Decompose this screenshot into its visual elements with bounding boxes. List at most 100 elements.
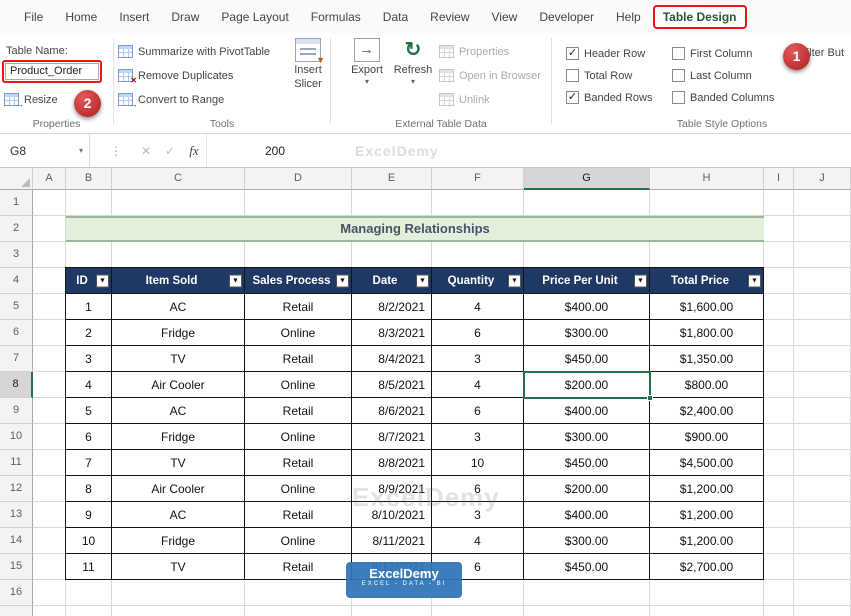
row-header-8[interactable]: 8 [0,372,33,398]
style-option-banded-rows[interactable]: ✓Banded Rows [566,91,653,104]
row-header-4[interactable]: 4 [0,268,33,294]
cell-quantity[interactable]: 4 [432,294,524,320]
column-header-F[interactable]: F [432,168,524,190]
cell-sales-process[interactable]: Online [245,424,352,450]
cell-item-sold[interactable]: AC [112,502,245,528]
ribbon-tab-file[interactable]: File [14,6,53,28]
cell-price-per-unit[interactable]: $300.00 [524,528,650,554]
grid-cell[interactable] [794,580,851,606]
cell-quantity[interactable]: 4 [432,528,524,554]
cell-price-per-unit[interactable]: $450.00 [524,554,650,580]
select-all-corner[interactable] [0,168,33,190]
grid-cell[interactable] [245,190,352,216]
grid-cell[interactable] [794,424,851,450]
filter-dropdown-quantity[interactable]: ▼ [508,274,521,287]
cell-total-price[interactable]: $1,350.00 [650,346,764,372]
grid-cell[interactable] [764,580,794,606]
grid-cell[interactable] [33,242,66,268]
name-box-dropdown-icon[interactable]: ▾ [79,146,83,155]
grid-cell[interactable] [764,190,794,216]
grid-cell[interactable] [66,580,112,606]
filter-dropdown-id[interactable]: ▼ [96,274,109,287]
grid-cell[interactable] [650,580,764,606]
grid-cell[interactable] [794,372,851,398]
row-header-2[interactable]: 2 [0,216,33,242]
cell-sales-process[interactable]: Online [245,528,352,554]
cell-date[interactable]: 8/4/2021 [352,346,432,372]
cell-item-sold[interactable]: TV [112,450,245,476]
cell-total-price[interactable]: $4,500.00 [650,450,764,476]
grid-cell[interactable] [112,580,245,606]
ribbon-tab-draw[interactable]: Draw [161,6,209,28]
cell-sales-process[interactable]: Retail [245,398,352,424]
cell-total-price[interactable]: $1,200.00 [650,502,764,528]
style-option-header-row[interactable]: ✓Header Row [566,47,645,60]
cell-quantity[interactable]: 6 [432,476,524,502]
filter-dropdown-date[interactable]: ▼ [416,274,429,287]
grid-cell[interactable] [764,216,794,242]
grid-cell[interactable] [33,190,66,216]
column-header-A[interactable]: A [33,168,66,190]
cell-item-sold[interactable]: Air Cooler [112,476,245,502]
grid-cell[interactable] [764,450,794,476]
cell-total-price[interactable]: $1,800.00 [650,320,764,346]
formula-bar-splitter[interactable]: ⋮ [110,144,122,158]
ribbon-tab-insert[interactable]: Insert [109,6,159,28]
column-header-D[interactable]: D [245,168,352,190]
cell-date[interactable]: 8/7/2021 [352,424,432,450]
grid-cell[interactable] [794,294,851,320]
name-box[interactable]: G8 ▾ [0,134,90,167]
ribbon-tab-view[interactable]: View [482,6,528,28]
cell-total-price[interactable]: $1,200.00 [650,528,764,554]
cell-item-sold[interactable]: Fridge [112,424,245,450]
insert-slicer-button[interactable]: Insert Slicer [286,38,330,90]
cell-sales-process[interactable]: Retail [245,294,352,320]
grid-cell[interactable] [33,424,66,450]
row-header-11[interactable]: 11 [0,450,33,476]
cell-price-per-unit[interactable]: $200.00 [524,476,650,502]
cell-sales-process[interactable]: Retail [245,554,352,580]
column-header-C[interactable]: C [112,168,245,190]
grid-cell[interactable] [794,268,851,294]
row-header-12[interactable]: 12 [0,476,33,502]
convert-to-range-button[interactable]: Convert to Range [118,93,224,106]
cell-item-sold[interactable]: Fridge [112,528,245,554]
column-header-E[interactable]: E [352,168,432,190]
cell-item-sold[interactable]: TV [112,346,245,372]
cell-sales-process[interactable]: Online [245,372,352,398]
row-header-6[interactable]: 6 [0,320,33,346]
grid-cell[interactable] [764,502,794,528]
cell-total-price[interactable]: $2,700.00 [650,554,764,580]
cell-quantity[interactable]: 3 [432,346,524,372]
grid-cell[interactable] [794,242,851,268]
grid-cell[interactable] [33,398,66,424]
cell-quantity[interactable]: 10 [432,450,524,476]
cell-total-price[interactable]: $900.00 [650,424,764,450]
filter-dropdown-sales-process[interactable]: ▼ [336,274,349,287]
column-header-G[interactable]: G [524,168,650,190]
column-header-B[interactable]: B [66,168,112,190]
filter-dropdown-price-per-unit[interactable]: ▼ [634,274,647,287]
cell-sales-process[interactable]: Retail [245,502,352,528]
cell-total-price[interactable]: $1,600.00 [650,294,764,320]
grid-cell[interactable] [66,242,112,268]
cell-date[interactable]: 8/10/2021 [352,502,432,528]
cell-sales-process[interactable]: Online [245,320,352,346]
grid-cell[interactable] [112,242,245,268]
remove-duplicates-button[interactable]: Remove Duplicates [118,69,233,82]
grid-cell[interactable] [794,554,851,580]
cell-id[interactable]: 5 [66,398,112,424]
grid-cell[interactable] [764,424,794,450]
grid-cell[interactable] [33,372,66,398]
grid-cell[interactable] [764,346,794,372]
cell-total-price[interactable]: $800.00 [650,372,764,398]
grid-cell[interactable] [33,346,66,372]
row-header-16[interactable]: 16 [0,580,33,606]
cell-item-sold[interactable]: Air Cooler [112,372,245,398]
refresh-button[interactable]: ↻ Refresh ▾ [391,38,435,86]
export-button[interactable]: Export ▾ [345,38,389,86]
column-header-H[interactable]: H [650,168,764,190]
cell-item-sold[interactable]: TV [112,554,245,580]
style-option-first-column[interactable]: First Column [672,47,752,60]
grid-cell[interactable] [794,346,851,372]
